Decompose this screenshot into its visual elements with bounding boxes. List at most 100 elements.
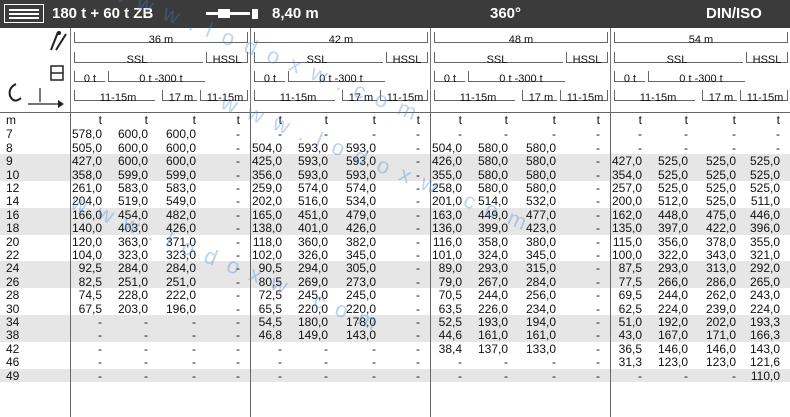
radius-cell: 38 <box>6 328 20 343</box>
ballast-range: 0 t -300 t <box>319 73 363 85</box>
load-value: 123,0 <box>657 355 688 370</box>
load-value: 100,0 <box>611 248 642 262</box>
load-unit: t <box>776 113 780 127</box>
load-value: 504,0 <box>251 140 282 155</box>
jib-length-1: 11-15m <box>279 92 317 104</box>
load-value: 382,0 <box>345 234 376 249</box>
load-value: 224,0 <box>749 301 780 316</box>
column-divider <box>430 112 431 417</box>
load-unit: t <box>504 113 508 127</box>
load-value: - <box>324 355 328 370</box>
load-value: 380,0 <box>525 234 556 249</box>
load-value: - <box>236 328 240 343</box>
load-value: 284,0 <box>117 261 148 276</box>
load-value: 70,5 <box>438 288 462 303</box>
load-value: - <box>596 315 600 329</box>
load-value: 323,0 <box>165 248 196 262</box>
load-value: 286,0 <box>705 274 736 289</box>
column-header: 36 m SSL HSSL 0 t0 t -300 t 11-15m 17 m 11-15m… <box>0 28 790 112</box>
load-value: 161,0 <box>525 328 556 343</box>
column-divider <box>70 112 71 417</box>
load-value: 427,0 <box>611 154 642 169</box>
load-value: 580,0 <box>477 140 508 155</box>
load-value: - <box>416 194 420 209</box>
load-value: 358,0 <box>71 167 102 182</box>
load-value: - <box>684 140 688 155</box>
load-value: 167,0 <box>657 328 688 343</box>
load-value: 580,0 <box>477 167 508 182</box>
load-unit: t <box>192 113 196 127</box>
load-value: - <box>98 315 102 329</box>
ballast-min: 0 t <box>443 73 457 85</box>
load-value: 293,0 <box>657 261 688 276</box>
ssl-label: SSL <box>126 54 148 66</box>
load-value: - <box>144 328 148 343</box>
load-value: - <box>278 341 282 356</box>
radius-cell: 14 <box>6 194 20 209</box>
load-value: 578,0 <box>71 127 102 142</box>
load-value: 201,0 <box>431 194 462 209</box>
load-value: 90,5 <box>258 261 282 276</box>
load-value: - <box>278 127 282 142</box>
column-divider <box>610 112 611 417</box>
load-value: 80,5 <box>258 274 282 289</box>
load-unit: t <box>324 113 328 127</box>
load-value: 482,0 <box>165 207 196 222</box>
load-value: 516,0 <box>297 194 328 209</box>
radius-cell: 26 <box>6 274 20 289</box>
load-value: - <box>458 127 462 142</box>
load-value: 425,0 <box>251 154 282 169</box>
load-value: 600,0 <box>165 127 196 142</box>
radius-cell: 24 <box>6 261 20 276</box>
load-value: - <box>236 368 240 383</box>
load-value: - <box>776 127 780 142</box>
load-value: 583,0 <box>165 181 196 195</box>
load-value: 138,0 <box>251 221 282 236</box>
jib-length-2: 17 m <box>708 92 734 104</box>
load-value: - <box>372 355 376 370</box>
load-value: 116,0 <box>432 234 462 249</box>
standard-label: DIN/ISO <box>706 5 762 22</box>
load-value: 202,0 <box>705 315 736 329</box>
load-value: 475,0 <box>705 207 736 222</box>
ballast-range: 0 t -300 t <box>499 73 543 85</box>
load-value: 222,0 <box>165 288 196 303</box>
load-value: 504,0 <box>431 140 462 155</box>
radius-cell: 22 <box>6 248 20 262</box>
load-value: 448,0 <box>657 207 688 222</box>
hssl-label: HSSL <box>752 54 782 66</box>
load-value: - <box>236 301 240 316</box>
load-value: 36,5 <box>618 341 642 356</box>
load-value: - <box>372 368 376 383</box>
load-value: 251,0 <box>165 274 196 289</box>
load-value: 580,0 <box>477 154 508 169</box>
load-value: - <box>596 301 600 316</box>
jib-length-1: 11-15m <box>99 92 137 104</box>
load-value: 204,0 <box>71 194 102 209</box>
load-value: - <box>416 274 420 289</box>
load-value: - <box>236 167 240 182</box>
load-value: 525,0 <box>749 181 780 195</box>
ballast-range: 0 t -300 t <box>679 73 723 85</box>
load-value: 525,0 <box>705 194 736 209</box>
load-value: - <box>236 127 240 142</box>
load-value: 593,0 <box>345 140 376 155</box>
load-value: 401,0 <box>297 221 328 236</box>
load-value: 265,0 <box>749 274 780 289</box>
load-value: - <box>596 167 600 182</box>
load-value: 422,0 <box>705 221 736 236</box>
radius-cell: 28 <box>6 288 20 303</box>
load-value: 505,0 <box>71 140 102 155</box>
load-value: - <box>416 315 420 329</box>
load-value: - <box>192 368 196 383</box>
load-value: - <box>596 194 600 209</box>
load-value: - <box>144 341 148 356</box>
load-value: - <box>416 248 420 262</box>
load-value: 600,0 <box>117 140 148 155</box>
load-value: - <box>416 328 420 343</box>
load-value: - <box>684 368 688 383</box>
load-value: 356,0 <box>251 167 282 182</box>
load-value: 123,0 <box>705 355 736 370</box>
load-value: 534,0 <box>345 194 376 209</box>
load-value: - <box>236 288 240 303</box>
